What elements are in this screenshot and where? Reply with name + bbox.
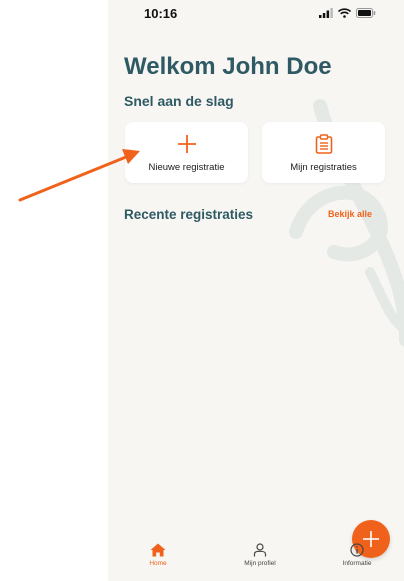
nav-label-home: Home: [149, 560, 167, 567]
signal-icon: [319, 8, 333, 18]
profile-icon: [253, 543, 267, 557]
info-icon: [350, 543, 364, 557]
new-registration-label: Nieuwe registratie: [148, 162, 225, 173]
nav-label-profile: Mijn profiel: [244, 560, 276, 567]
my-registrations-card[interactable]: Mijn registraties: [262, 122, 385, 183]
bottom-nav: Home Mijn profiel Informatie: [108, 543, 404, 581]
nav-item-profile[interactable]: Mijn profiel: [230, 543, 290, 567]
wifi-icon: [338, 8, 351, 18]
my-registrations-label: Mijn registraties: [290, 162, 357, 173]
plus-icon: [177, 132, 197, 156]
welcome-title: Welkom John Doe: [124, 53, 332, 80]
home-icon: [150, 543, 166, 557]
clipboard-icon: [315, 132, 333, 156]
nav-item-home[interactable]: Home: [140, 543, 176, 567]
phone-screen: 10:16 Welkom John Doe Snel aan de slag N…: [108, 0, 404, 581]
status-icons: [319, 8, 376, 18]
status-bar: 10:16: [108, 0, 404, 28]
recent-registrations-title: Recente registraties: [124, 207, 254, 222]
battery-icon: [356, 8, 376, 18]
page: 10:16 Welkom John Doe Snel aan de slag N…: [0, 0, 404, 581]
new-registration-card[interactable]: Nieuwe registratie: [125, 122, 248, 183]
nav-label-info: Informatie: [342, 560, 372, 567]
background-swirl-decoration: [289, 99, 404, 347]
quick-start-title: Snel aan de slag: [124, 93, 234, 109]
see-all-link[interactable]: Bekijk alle: [328, 209, 372, 219]
nav-item-info[interactable]: Informatie: [336, 543, 378, 567]
status-time: 10:16: [144, 6, 178, 21]
